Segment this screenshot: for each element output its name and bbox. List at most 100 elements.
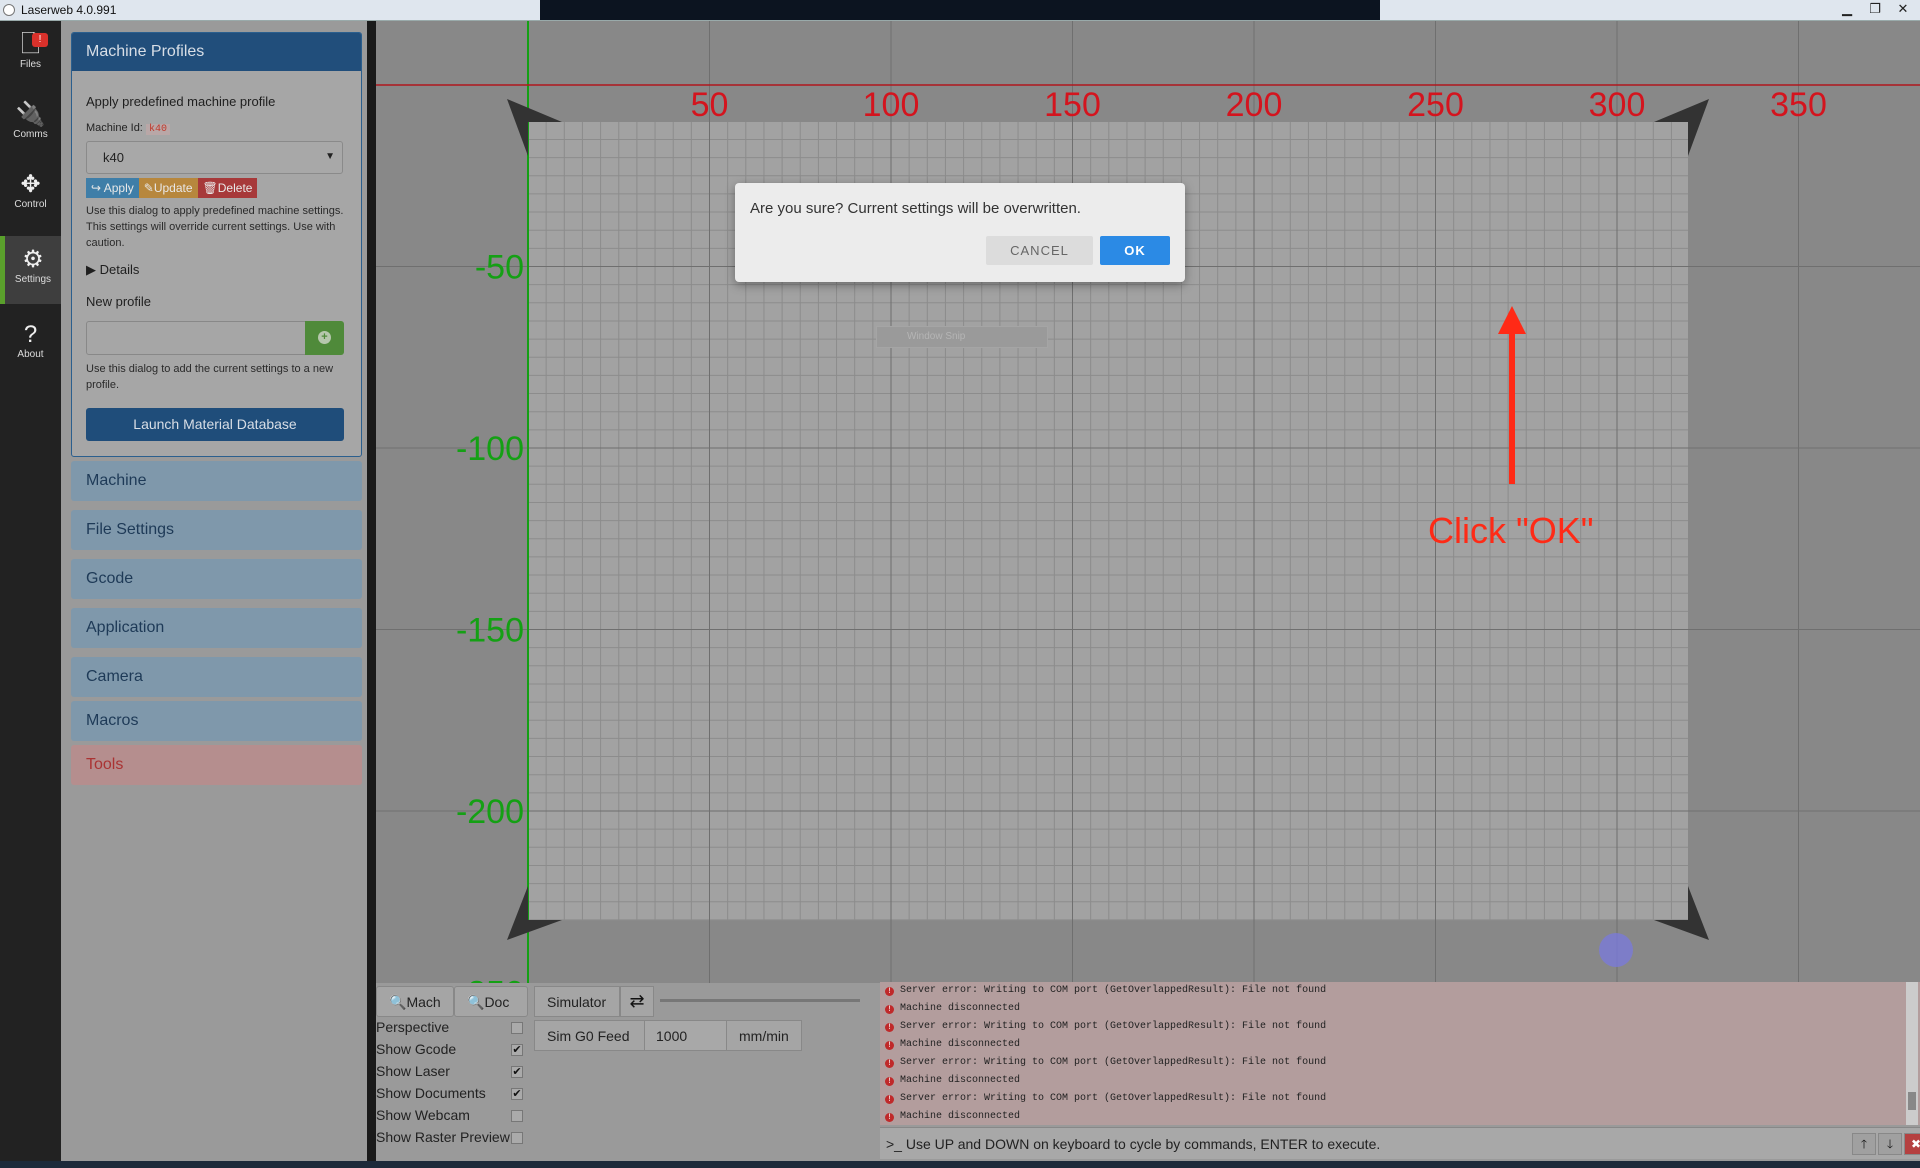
scrollbar-thumb[interactable] [1908, 1092, 1916, 1110]
option-show-laser[interactable]: Show Laser ✔ [376, 1063, 526, 1083]
log-line: ! Machine disconnected [880, 1036, 1920, 1054]
x-tick-label: 350 [1770, 86, 1827, 124]
error-icon: ! [885, 1113, 894, 1122]
show-gcode-checkbox[interactable]: ✔ [511, 1044, 523, 1056]
y-tick-label: -150 [456, 612, 524, 650]
error-icon: ! [885, 987, 894, 996]
show-documents-checkbox[interactable]: ✔ [511, 1088, 523, 1100]
card-title[interactable]: Machine Profiles [72, 33, 361, 71]
x-tick-label: 300 [1589, 86, 1646, 124]
console-log[interactable]: ! Server error: Writing to COM port (GetO… [880, 982, 1920, 1125]
pencil-icon: ✎ [143, 181, 154, 195]
show-raster-preview-checkbox[interactable] [511, 1132, 523, 1144]
alert-badge: ! [32, 33, 48, 47]
sim-feed-input[interactable]: 1000 [644, 1020, 727, 1051]
add-profile-button[interactable]: + [305, 321, 344, 355]
x-tick-label: 150 [1044, 86, 1101, 124]
window-snip-ghost: Window Snip [876, 326, 1048, 348]
log-line: ! Server error: Writing to COM port (GetO… [880, 982, 1920, 1000]
nav-label: Settings [14, 274, 52, 285]
log-line: ! Server error: Writing to COM port (GetO… [880, 1054, 1920, 1072]
section-gcode[interactable]: Gcode [71, 559, 362, 599]
clear-console-button[interactable]: ✖ [1904, 1133, 1920, 1155]
new-profile-label: New profile [86, 294, 152, 309]
plus-icon: + [318, 331, 331, 344]
window-title: Laserweb 4.0.991 [21, 3, 117, 17]
arrow-up-icon [1498, 306, 1526, 334]
mach-label: Mach [406, 994, 441, 1010]
minimize-button[interactable]: ▁ [1836, 0, 1858, 18]
delete-button[interactable]: 🗑Delete [197, 178, 258, 198]
select-value: k40 [103, 150, 124, 165]
command-input[interactable]: >_ Use UP and DOWN on keyboard to cycle … [880, 1127, 1920, 1159]
doc-label: Doc [484, 994, 510, 1010]
file-icon: 🗋 [20, 31, 41, 58]
apply-heading: Apply predefined machine profile [86, 94, 276, 109]
machine-profile-select[interactable]: k40 ▼ [86, 141, 343, 174]
update-button[interactable]: ✎Update [138, 178, 198, 198]
option-show-gcode[interactable]: Show Gcode ✔ [376, 1041, 526, 1061]
log-line: ! Machine disconnected [880, 1072, 1920, 1090]
option-label: Show Documents [376, 1085, 486, 1101]
launch-material-database-button[interactable]: Launch Material Database [86, 408, 344, 441]
error-icon: ! [885, 1005, 894, 1014]
option-label: Perspective [376, 1019, 450, 1035]
section-application[interactable]: Application [71, 608, 362, 648]
arrow-up-icon[interactable]: 🡑 [1852, 1133, 1876, 1155]
details-toggle[interactable]: ▶ Details [86, 262, 139, 278]
option-show-webcam[interactable]: Show Webcam [376, 1107, 526, 1127]
hint-arrow [1509, 331, 1515, 484]
option-label: Show Raster Preview [376, 1129, 510, 1145]
nav-settings[interactable]: ⚙ Settings [0, 236, 61, 304]
maximize-button[interactable]: ❐ [1864, 0, 1886, 18]
hint-text: Click "OK" [1428, 510, 1594, 551]
simulator-slider[interactable] [660, 999, 860, 1002]
option-perspective[interactable]: Perspective [376, 1019, 526, 1039]
log-line: ! Server error: Writing to COM port (GetO… [880, 1018, 1920, 1036]
ok-button[interactable]: OK [1100, 236, 1170, 265]
option-show-raster-preview[interactable]: Show Raster Preview [376, 1129, 526, 1149]
new-profile-help-text: Use this dialog to add the current setti… [86, 363, 334, 391]
perspective-checkbox[interactable] [511, 1022, 523, 1034]
nav-about[interactable]: ? About [0, 311, 61, 379]
option-label: Show Gcode [376, 1041, 457, 1057]
nav-control[interactable]: ✥ Control [0, 161, 61, 229]
apply-button[interactable]: ↪ Apply [86, 178, 139, 198]
apply-help-text: Use this dialog to apply predefined mach… [86, 205, 344, 249]
option-label: Show Laser [376, 1063, 450, 1079]
option-show-documents[interactable]: Show Documents ✔ [376, 1085, 526, 1105]
apply-label: Apply [103, 181, 134, 195]
details-label: Details [99, 262, 140, 277]
sim-feed-unit: mm/min [726, 1020, 802, 1051]
gears-icon: ⚙ [22, 246, 44, 273]
workspace-grid: 50 100 150 200 250 300 350 -50 -100 -150 -200 -250 [376, 21, 1920, 983]
os-taskbar [0, 1161, 1920, 1168]
section-machine[interactable]: Machine [71, 461, 362, 501]
section-tools[interactable]: Tools [71, 745, 362, 785]
workspace-viewport[interactable]: 50 100 150 200 250 300 350 -50 -100 -150 -200 -250… [376, 21, 1920, 983]
section-macros[interactable]: Macros [71, 701, 362, 741]
nav-label: Control [14, 199, 47, 210]
section-camera[interactable]: Camera [71, 657, 362, 697]
sim-feed-label: Sim G0 Feed [534, 1020, 645, 1051]
zoom-mach-button[interactable]: 🔍Mach [376, 986, 454, 1017]
share-icon: ↪ [91, 181, 104, 195]
section-file-settings[interactable]: File Settings [71, 510, 362, 550]
x-tick-label: 100 [863, 86, 920, 124]
show-webcam-checkbox[interactable] [511, 1110, 523, 1122]
nav-comms[interactable]: 🔌 Comms [0, 91, 61, 159]
nav-files[interactable]: 🗋 ! Files [0, 21, 61, 89]
zoom-doc-button[interactable]: 🔍Doc [454, 986, 528, 1017]
new-profile-input[interactable] [86, 321, 306, 355]
arrow-down-icon[interactable]: 🡓 [1878, 1133, 1902, 1155]
console-scrollbar[interactable] [1906, 982, 1918, 1125]
error-icon: ! [885, 1077, 894, 1086]
command-hint: Use UP and DOWN on keyboard to cycle by … [905, 1136, 1381, 1152]
nav-label: Files [19, 59, 42, 70]
swap-icon[interactable]: ⇄ [620, 986, 654, 1017]
show-laser-checkbox[interactable]: ✔ [511, 1066, 523, 1078]
close-window-button[interactable]: ✕ [1892, 0, 1914, 18]
x-tick-label: 200 [1226, 86, 1283, 124]
cancel-button[interactable]: CANCEL [986, 236, 1093, 265]
y-tick-label: -100 [456, 430, 524, 468]
